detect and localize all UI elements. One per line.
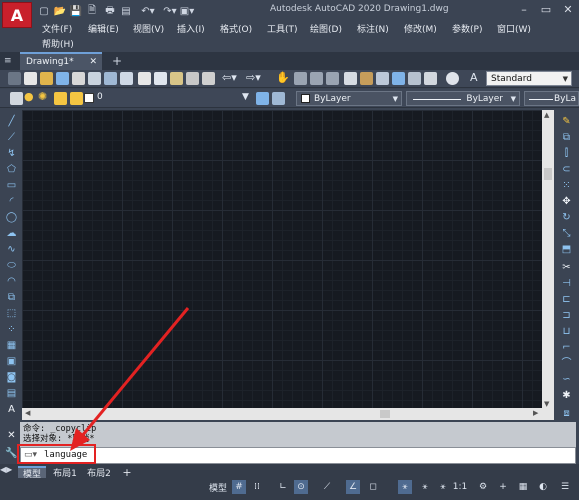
snap-icon[interactable]: ⁞⁞ bbox=[250, 480, 264, 494]
object-snap-icon[interactable]: ◻ bbox=[366, 480, 380, 494]
auto-scale-icon[interactable]: ⚹ bbox=[418, 480, 432, 494]
annotation-visibility-icon[interactable]: ⚹ bbox=[398, 480, 412, 494]
annotation-scale-value[interactable]: 1:1 bbox=[452, 480, 468, 494]
layout-nav-icon[interactable]: ◀▶ bbox=[0, 465, 16, 477]
isolate-objects-icon[interactable]: ◐ bbox=[536, 480, 550, 494]
annotation-scale-icon[interactable]: ⚹ bbox=[436, 480, 450, 494]
tab-model[interactable]: 模型 bbox=[18, 466, 46, 480]
customization-menu-icon[interactable]: ☰ bbox=[556, 480, 574, 494]
object-snap-tracking-icon[interactable]: ∠ bbox=[346, 480, 360, 494]
hardware-acceleration-icon[interactable]: ▦ bbox=[516, 480, 530, 494]
workspace-switch-icon[interactable]: ⚙ bbox=[476, 480, 490, 494]
grid-icon[interactable]: # bbox=[232, 480, 246, 494]
tab-layout2[interactable]: 布局2 bbox=[84, 466, 114, 479]
ortho-icon[interactable]: ∟ bbox=[276, 480, 290, 494]
plus-icon[interactable]: + bbox=[496, 480, 510, 494]
add-layout-button[interactable]: + bbox=[120, 466, 134, 479]
annotation-arrow bbox=[70, 307, 190, 451]
isodraft-icon[interactable]: ⟋ bbox=[320, 480, 334, 494]
autocad-window: A ▢ 📂 💾 🗎 🖶 ▤ ↶▾ ↷▾ ▣▾ Autodesk AutoCAD … bbox=[0, 0, 579, 500]
tab-layout1[interactable]: 布局1 bbox=[50, 466, 80, 479]
model-space-button[interactable]: 模型 bbox=[206, 480, 230, 494]
polar-icon[interactable]: ⊙ bbox=[294, 480, 308, 494]
